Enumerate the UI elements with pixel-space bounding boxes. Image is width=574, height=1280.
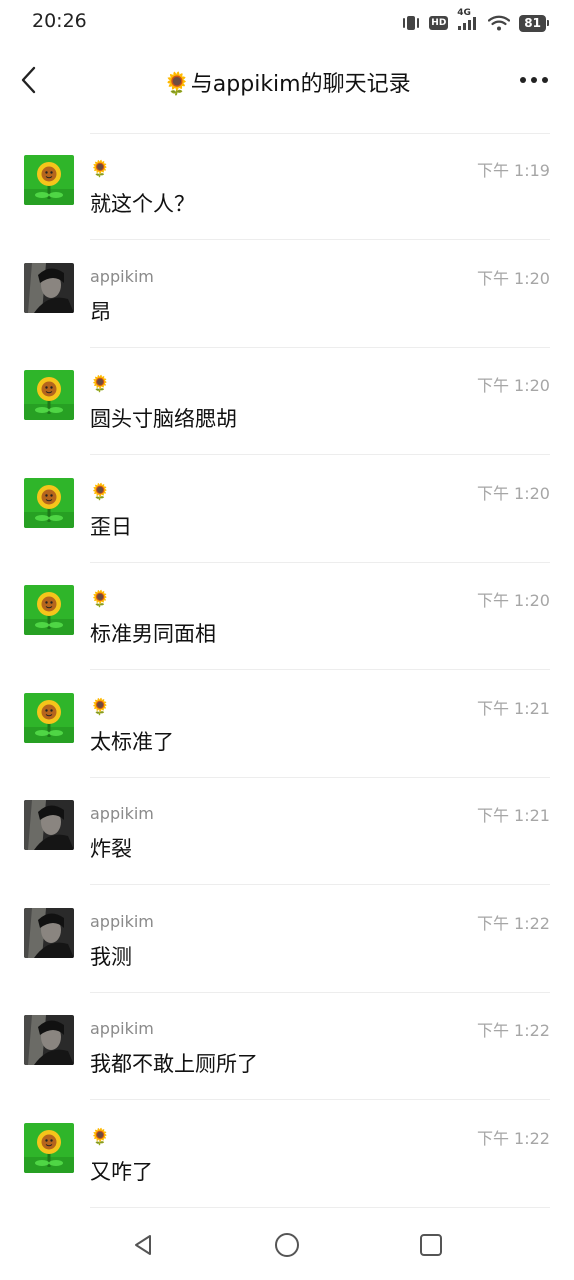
square-recents-icon <box>420 1234 442 1256</box>
system-nav-bar <box>0 1210 574 1280</box>
status-icons: HD 4G 81 <box>402 8 549 34</box>
nav-back-button[interactable] <box>128 1230 158 1260</box>
message-text: 太标准了 <box>90 729 174 754</box>
chat-message-row[interactable]: 🌻 下午 1:20 标准男同面相 <box>0 563 574 670</box>
chat-message-row[interactable]: 🌻 下午 1:21 太标准了 <box>0 671 574 778</box>
sunflower-avatar[interactable] <box>24 692 74 743</box>
message-text: 我都不敢上厕所了 <box>90 1052 258 1076</box>
message-time: 下午 1:20 <box>476 268 550 288</box>
message-time: 下午 1:21 <box>476 806 550 825</box>
message-sender: 🌻 <box>90 696 110 716</box>
message-sender: 🌻 <box>90 481 110 501</box>
triangle-back-icon <box>135 1235 151 1255</box>
message-sender: appikim <box>90 266 154 286</box>
person-avatar[interactable] <box>24 800 74 850</box>
chat-message-row[interactable]: 🌻 下午 1:20 歪日 <box>0 456 574 563</box>
divider <box>90 1206 550 1208</box>
message-text: 又咋了 <box>90 1159 153 1184</box>
message-text: 圆头寸脑络腮胡 <box>90 407 237 431</box>
network-type-label: 4G <box>457 8 471 18</box>
person-avatar[interactable] <box>24 262 74 313</box>
message-time: 下午 1:22 <box>476 1021 550 1040</box>
sunflower-avatar[interactable] <box>24 1122 74 1173</box>
message-time: 下午 1:22 <box>476 913 550 933</box>
chat-message-row[interactable]: 🌻 下午 1:19 就这个人？ <box>0 133 574 240</box>
message-sender: 🌻 <box>90 374 110 393</box>
message-time: 下午 1:22 <box>476 1128 550 1148</box>
nav-recents-button[interactable] <box>416 1230 446 1260</box>
message-time: 下午 1:19 <box>476 161 550 180</box>
battery-indicator: 81 <box>519 14 549 32</box>
message-text: 就这个人？ <box>90 192 195 216</box>
title-bar: 🌻与appikim的聊天记录 <box>0 44 574 118</box>
message-time: 下午 1:20 <box>476 376 550 395</box>
signal-icon: 4G <box>457 8 479 31</box>
person-avatar[interactable] <box>24 907 74 958</box>
person-avatar[interactable] <box>24 1015 74 1065</box>
message-sender: appikim <box>90 911 154 931</box>
message-text: 标准男同面相 <box>90 622 216 646</box>
nav-home-button[interactable] <box>272 1230 302 1260</box>
message-time: 下午 1:20 <box>476 483 550 503</box>
status-bar: 20:26 HD 4G 81 <box>0 0 574 44</box>
vibrate-icon <box>402 15 420 31</box>
message-text: 歪日 <box>90 514 132 539</box>
message-sender: appikim <box>90 804 154 823</box>
wifi-icon <box>488 15 511 31</box>
sunflower-avatar[interactable] <box>24 370 74 420</box>
circle-home-icon <box>275 1233 299 1257</box>
more-button[interactable] <box>516 66 552 94</box>
sunflower-avatar[interactable] <box>24 477 74 528</box>
message-text: 我测 <box>90 944 132 969</box>
chat-message-row[interactable]: appikim 下午 1:21 炸裂 <box>0 778 574 885</box>
message-sender: 🌻 <box>90 1126 110 1146</box>
message-time: 下午 1:21 <box>476 698 550 718</box>
message-text: 昂 <box>90 299 111 324</box>
hd-badge: HD <box>429 16 449 30</box>
sunflower-emoji: 🌻 <box>163 72 191 97</box>
chat-message-row[interactable]: appikim 下午 1:22 我都不敢上厕所了 <box>0 993 574 1100</box>
sunflower-avatar[interactable] <box>24 585 74 635</box>
message-time: 下午 1:20 <box>476 591 550 610</box>
page-title: 🌻与appikim的聊天记录 <box>0 66 574 98</box>
more-horizontal-icon <box>520 77 548 83</box>
message-sender: appikim <box>90 1019 154 1038</box>
chat-message-row[interactable]: appikim 下午 1:20 昂 <box>0 241 574 348</box>
chat-message-row[interactable]: 🌻 下午 1:22 又咋了 <box>0 1101 574 1208</box>
message-sender: 🌻 <box>90 589 110 608</box>
message-sender: 🌻 <box>90 159 110 178</box>
chat-message-row[interactable]: 🌻 下午 1:20 圆头寸脑络腮胡 <box>0 348 574 455</box>
chat-message-row[interactable]: appikim 下午 1:22 我测 <box>0 886 574 993</box>
message-text: 炸裂 <box>90 837 132 861</box>
sunflower-avatar[interactable] <box>24 155 74 205</box>
page-title-text: 与appikim的聊天记录 <box>190 72 411 97</box>
status-time: 20:26 <box>32 10 87 32</box>
